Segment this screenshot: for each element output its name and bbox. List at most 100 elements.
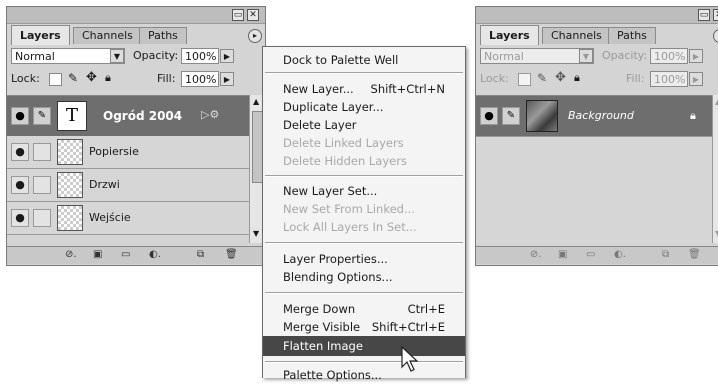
menu-item-new-layer[interactable]: New Layer... Shift+Ctrl+N [263, 79, 465, 99]
layer-name[interactable]: Drzwi [89, 169, 120, 201]
adjustment-layer-icon[interactable]: ◐. [614, 249, 626, 261]
lock-position-icon[interactable]: ✥ [86, 70, 97, 85]
layer-row[interactable]: ● ✎ Background 🔒︎ [476, 96, 712, 137]
menu-item-blending-options[interactable]: Blending Options... [263, 267, 465, 287]
menu-item-palette-options[interactable]: Palette Options... [263, 365, 465, 385]
blend-mode-select[interactable]: Normal ▼ [11, 48, 125, 64]
menu-item-label: New Layer... [283, 82, 354, 96]
layer-row[interactable]: ● Drzwi [7, 169, 249, 202]
tab-channels[interactable]: Channels [542, 27, 611, 44]
link-slot[interactable] [33, 143, 51, 161]
layers-palette-right: ▭ ✕ Layers Channels Paths ▸ Normal ▼ Opa… [475, 6, 718, 266]
menu-separator [265, 361, 463, 363]
lock-all-icon[interactable]: 🔒︎ [574, 71, 580, 85]
eye-icon[interactable]: ● [11, 107, 29, 125]
new-set-icon[interactable]: ▭ [121, 249, 130, 261]
layer-row[interactable]: ● ✎ T Ogród 2004 ▷⚙ [7, 96, 249, 137]
layer-name[interactable]: Background [568, 96, 634, 136]
menu-item-merge-visible[interactable]: Merge Visible Shift+Ctrl+E [263, 317, 465, 337]
fill-input[interactable]: 100% [181, 71, 219, 87]
tab-paths[interactable]: Paths [608, 27, 656, 44]
layer-style-icon[interactable]: ⊘. [530, 249, 542, 261]
lock-image-icon[interactable]: ✎ [68, 71, 78, 85]
menu-separator [265, 292, 463, 294]
eye-icon[interactable]: ● [11, 176, 29, 194]
layer-style-icon[interactable]: ▷⚙ [201, 108, 219, 121]
blend-mode-select: Normal ▼ [480, 48, 594, 64]
new-set-icon[interactable]: ▭ [586, 249, 595, 261]
layer-thumbnail [57, 205, 83, 231]
fill-input: 100% [650, 71, 688, 87]
lock-all-icon[interactable]: 🔒︎ [105, 71, 111, 85]
menu-item-label: Merge Down [283, 302, 356, 316]
menu-item-flatten-image[interactable]: Flatten Image [263, 336, 465, 356]
add-mask-icon[interactable]: ▣ [558, 249, 567, 261]
blend-mode-value: Normal [15, 50, 55, 63]
eye-icon[interactable]: ● [11, 143, 29, 161]
opacity-slider-arrow-icon: ▶ [689, 49, 703, 63]
lock-transparency-icon[interactable] [49, 73, 62, 86]
brush-icon[interactable]: ✎ [502, 107, 520, 125]
add-mask-icon[interactable]: ▣ [93, 249, 102, 261]
palette-titlebar[interactable]: ▭ ✕ [476, 7, 718, 24]
layers-scrollbar[interactable]: ▲ ▼ [712, 95, 718, 243]
layer-name[interactable]: Ogród 2004 [103, 96, 182, 136]
menu-item-delete-layer[interactable]: Delete Layer [263, 115, 465, 135]
lock-transparency-icon[interactable] [518, 73, 531, 86]
tab-layers[interactable]: Layers [480, 25, 539, 45]
adjustment-layer-icon[interactable]: ◐. [149, 249, 161, 261]
menu-item-dock-to-palette-well[interactable]: Dock to Palette Well [263, 50, 465, 70]
lock-label: Lock: [11, 72, 40, 85]
minimize-button[interactable]: ▭ [698, 9, 710, 21]
layers-palette-left: ▭ ✕ Layers Channels Paths ▸ Normal ▼ Opa… [6, 6, 266, 266]
link-slot[interactable] [33, 176, 51, 194]
new-layer-icon[interactable]: ⧉ [197, 249, 204, 261]
scroll-down-icon[interactable]: ▼ [253, 229, 259, 238]
close-button[interactable]: ✕ [247, 9, 259, 21]
eye-icon[interactable]: ● [11, 209, 29, 227]
layers-list: ● ✎ T Ogród 2004 ▷⚙ ● Popiersie ● Drzwi … [7, 95, 249, 244]
close-button[interactable]: ✕ [713, 9, 718, 21]
layer-style-icon[interactable]: ⊘. [65, 249, 77, 261]
tab-layers[interactable]: Layers [11, 25, 70, 45]
layer-name[interactable]: Popiersie [89, 136, 139, 168]
lock-image-icon[interactable]: ✎ [537, 71, 547, 85]
opacity-input[interactable]: 100% [181, 48, 219, 64]
minimize-button[interactable]: ▭ [232, 9, 244, 21]
menu-item-merge-down[interactable]: Merge Down Ctrl+E [263, 299, 465, 319]
layer-thumbnail [57, 139, 83, 165]
palette-context-menu: Dock to Palette Well New Layer... Shift+… [262, 46, 466, 382]
blend-mode-value: Normal [484, 50, 524, 63]
menu-item-duplicate-layer[interactable]: Duplicate Layer... [263, 97, 465, 117]
trash-icon[interactable]: 🗑︎ [225, 249, 238, 261]
menu-item-layer-properties[interactable]: Layer Properties... [263, 249, 465, 269]
menu-item-delete-linked-layers: Delete Linked Layers [283, 136, 404, 150]
brush-icon[interactable]: ✎ [33, 107, 51, 125]
palette-titlebar[interactable]: ▭ ✕ [7, 7, 265, 24]
menu-separator [265, 175, 463, 177]
menu-shortcut: Shift+Ctrl+E [371, 320, 445, 334]
eye-icon[interactable]: ● [480, 107, 498, 125]
trash-icon[interactable]: 🗑︎ [688, 249, 701, 261]
new-layer-icon[interactable]: ⧉ [662, 249, 669, 261]
palette-menu-button[interactable]: ▸ [248, 29, 262, 43]
tab-channels[interactable]: Channels [73, 27, 142, 44]
scroll-up-icon[interactable]: ▲ [253, 97, 259, 106]
menu-item-lock-all-layers-in-set: Lock All Layers In Set... [283, 220, 417, 234]
menu-item-new-layer-set[interactable]: New Layer Set... [263, 181, 465, 201]
layer-row[interactable]: ● Popiersie [7, 136, 249, 169]
lock-icon: 🔒︎ [690, 109, 696, 122]
fill-label: Fill: [626, 72, 645, 85]
opacity-slider-arrow-icon[interactable]: ▶ [220, 49, 234, 63]
lock-position-icon[interactable]: ✥ [555, 70, 566, 85]
menu-shortcut: Shift+Ctrl+N [370, 82, 445, 96]
tab-paths[interactable]: Paths [139, 27, 187, 44]
layer-row[interactable]: ● Wejście [7, 202, 249, 235]
layer-name[interactable]: Wejście [89, 202, 131, 234]
fill-slider-arrow-icon[interactable]: ▶ [220, 72, 234, 86]
palette-menu-button[interactable]: ▸ [713, 29, 718, 43]
layer-thumbnail [57, 172, 83, 198]
link-slot[interactable] [33, 209, 51, 227]
palette-bottom-bar: ⊘. ▣ ▭ ◐. ⧉ 🗑︎ [476, 246, 718, 264]
menu-item-new-set-from-linked: New Set From Linked... [283, 202, 415, 216]
